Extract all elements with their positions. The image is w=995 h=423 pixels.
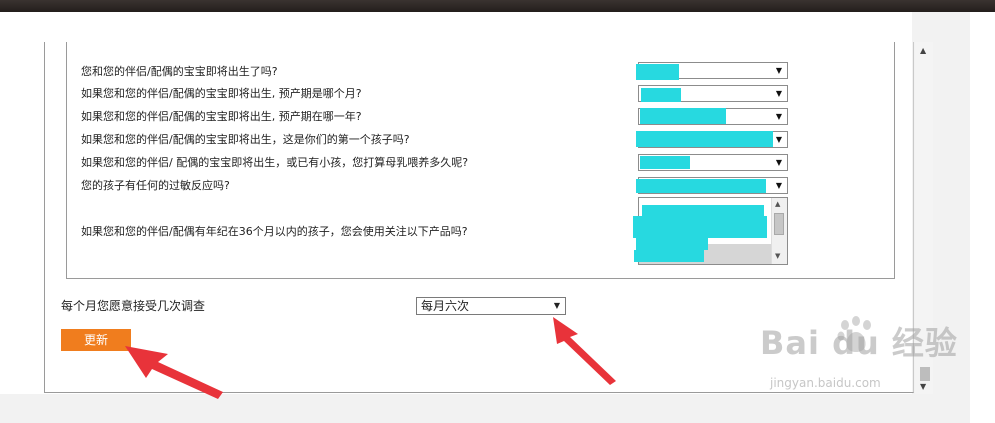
window-top-bar [0,0,995,12]
listbox-scrollbar[interactable]: ▲ ▼ [771,198,787,264]
question-breastfeeding: 如果您和您的伴侣/ 配偶的宝宝即将出生，或已有小孩，您打算母乳喂养多久呢? [81,156,469,169]
question-allergies: 您的孩子有任何的过敏反应吗? [81,179,230,192]
survey-frequency-select[interactable]: 每月六次 ▼ [416,297,566,315]
redaction-mask [636,64,679,80]
question-first-child: 如果您和您的伴侣/配偶的宝宝即将出生，这是你们的第一个孩子吗? [81,133,410,146]
page-right-margin [970,12,995,423]
question-due-year: 如果您和您的伴侣/配偶的宝宝即将出生, 预产期在哪一年? [81,110,362,123]
redaction-mask [636,131,773,147]
dropdown-arrow-icon: ▼ [775,66,782,75]
update-button[interactable]: 更新 [61,329,131,351]
dropdown-arrow-icon: ▼ [775,181,782,190]
redaction-mask [636,179,766,193]
survey-frequency-value: 每月六次 [421,299,470,313]
scroll-up-icon[interactable]: ▲ [920,46,926,55]
question-due-month: 如果您和您的伴侣/配偶的宝宝即将出生, 预产期是哪个月? [81,87,362,100]
watermark-url: jingyan.baidu.com [770,376,881,390]
redaction-mask [636,238,708,250]
scroll-down-icon[interactable]: ▼ [920,382,926,391]
dropdown-arrow-icon: ▼ [775,135,782,144]
redaction-mask [640,156,690,169]
page-scroll-thumb[interactable] [920,367,930,381]
scroll-up-icon[interactable]: ▲ [775,200,780,209]
redaction-mask [641,88,681,102]
dropdown-arrow-icon: ▼ [775,158,782,167]
scroll-down-icon[interactable]: ▼ [775,252,780,261]
watermark-logo: Bai du 经验 [760,324,958,362]
redaction-mask [640,108,726,124]
question-products: 如果您和您的伴侣/配偶有年纪在36个月以内的孩子，您会使用关注以下产品吗? [81,225,468,238]
dropdown-arrow-icon: ▼ [775,89,782,98]
question-expecting-baby: 您和您的伴侣/配偶的宝宝即将出生了吗? [81,65,278,78]
survey-frequency-label: 每个月您愿意接受几次调查 [61,299,206,313]
listbox-scroll-thumb[interactable] [774,213,784,235]
redaction-mask [634,250,704,262]
redaction-mask [633,216,767,238]
dropdown-arrow-icon: ▼ [553,301,560,310]
dropdown-arrow-icon: ▼ [775,112,782,121]
